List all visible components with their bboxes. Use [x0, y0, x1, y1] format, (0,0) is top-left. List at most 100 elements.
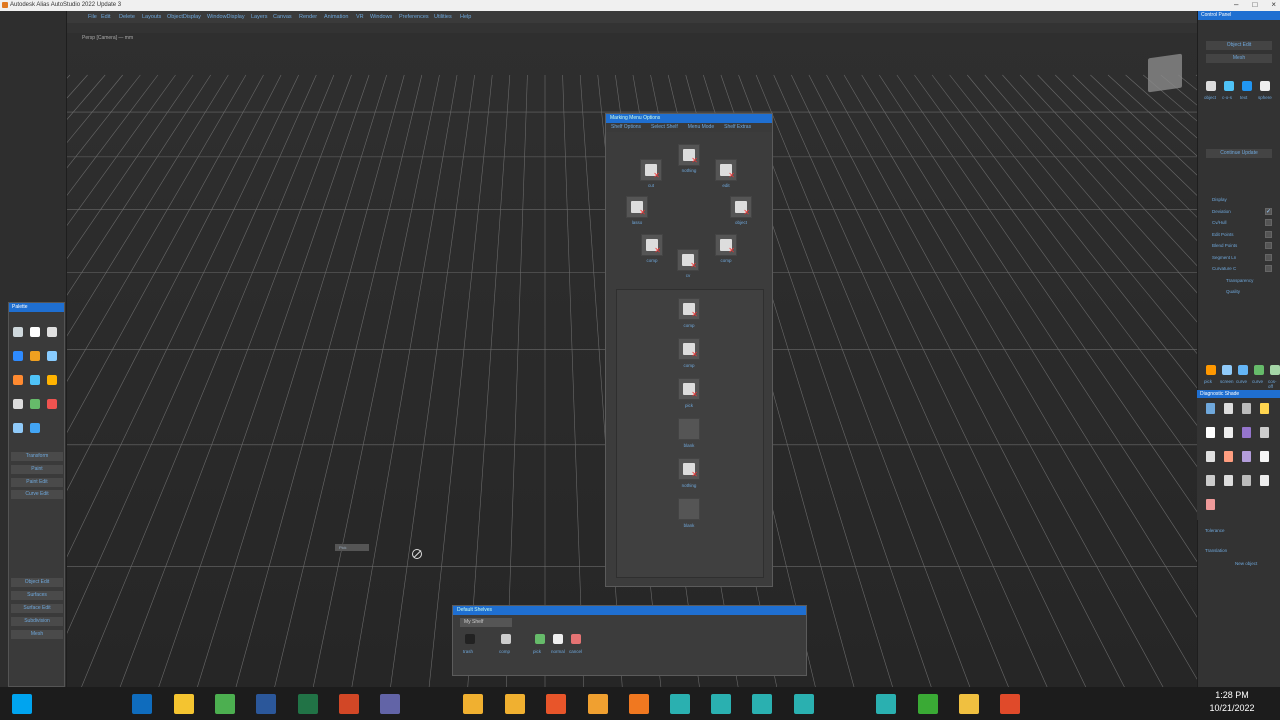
diagnostic-swatch[interactable]: [1224, 451, 1233, 462]
palette-tool-icon[interactable]: [47, 375, 57, 385]
mm-tab-0[interactable]: Shelf Options: [611, 123, 641, 132]
file-explorer-icon[interactable]: [174, 694, 194, 714]
palette-tool-icon[interactable]: [30, 351, 40, 361]
mm-list-icon-blank[interactable]: [678, 498, 700, 520]
diagnostic-swatch[interactable]: [1260, 403, 1269, 414]
menu-help[interactable]: Help: [460, 11, 471, 23]
palette-section-mesh[interactable]: Mesh: [11, 630, 63, 639]
menu-file[interactable]: File: [88, 11, 97, 23]
shelf-normal-icon[interactable]: [553, 634, 563, 644]
palette-tool-icon[interactable]: [47, 351, 57, 361]
mm-list-icon-comp[interactable]: ✕: [678, 298, 700, 320]
diagnostic-swatch[interactable]: [1260, 475, 1269, 486]
mm-icon-comp[interactable]: ✕: [641, 234, 663, 256]
option-checkbox[interactable]: ✓: [1265, 207, 1272, 215]
chrome-icon[interactable]: [215, 694, 235, 714]
diagnostic-swatch[interactable]: [1224, 427, 1233, 438]
palette-tool-icon[interactable]: [13, 375, 23, 385]
maya-4-icon[interactable]: [876, 694, 896, 714]
shelf-tab[interactable]: My Shelf: [460, 618, 512, 627]
curve-icon[interactable]: [1238, 365, 1248, 375]
palette-tool-icon[interactable]: [30, 375, 40, 385]
palette-tool-icon[interactable]: [30, 327, 40, 337]
mm-list-icon-blank[interactable]: [678, 418, 700, 440]
diagnostic-swatch[interactable]: [1242, 451, 1251, 462]
mm-icon-edit[interactable]: ✕: [715, 159, 737, 181]
teams-icon[interactable]: [380, 694, 400, 714]
diagnostic-swatch[interactable]: [1242, 427, 1251, 438]
quick-object-icon[interactable]: [1206, 81, 1216, 91]
diagnostic-swatch[interactable]: [1242, 403, 1251, 414]
palette-section-subdivision[interactable]: Subdivision: [11, 617, 63, 626]
menu-objectdisplay[interactable]: ObjectDisplay: [167, 11, 201, 23]
menu-layers[interactable]: Layers: [251, 11, 268, 23]
shelf-comp-icon[interactable]: [501, 634, 511, 644]
palette-tool-icon[interactable]: [30, 423, 40, 433]
menu-animation[interactable]: Animation: [324, 11, 348, 23]
mm-list-icon-nothing[interactable]: ✕: [678, 458, 700, 480]
vred-pro-icon[interactable]: [629, 694, 649, 714]
diagnostic-swatch[interactable]: [1260, 451, 1269, 462]
pen-icon[interactable]: [835, 694, 855, 714]
mm-icon-nothing[interactable]: ✕: [678, 144, 700, 166]
close-icon[interactable]: ×: [1271, 0, 1276, 11]
mm-tab-3[interactable]: Shelf Extras: [724, 123, 751, 132]
quick-sphere-icon[interactable]: [1260, 81, 1270, 91]
palette-section-surfaces[interactable]: Surfaces: [11, 591, 63, 600]
cortana-icon[interactable]: [90, 694, 110, 714]
sub-transparency[interactable]: Transparency: [1226, 278, 1253, 283]
shelf-trash-icon[interactable]: [465, 634, 475, 644]
menu-edit[interactable]: Edit: [101, 11, 110, 23]
app-s-icon[interactable]: [422, 694, 442, 714]
menu-preferences[interactable]: Preferences: [399, 11, 429, 23]
mm-list-icon-pick[interactable]: ✕: [678, 378, 700, 400]
pick-icon[interactable]: [1206, 365, 1216, 375]
camtasia-icon[interactable]: [918, 694, 938, 714]
mm-icon-lasso[interactable]: ✕: [626, 196, 648, 218]
shelf-pick-icon[interactable]: [535, 634, 545, 644]
alias-active-icon[interactable]: [505, 694, 525, 714]
menu-windows[interactable]: Windows: [370, 11, 392, 23]
diagnostic-swatch[interactable]: [1224, 403, 1233, 414]
diagnostic-swatch[interactable]: [1224, 475, 1233, 486]
snagit-icon[interactable]: [1000, 694, 1020, 714]
palette-tool-icon[interactable]: [47, 327, 57, 337]
screen-icon[interactable]: [1222, 365, 1232, 375]
palette-tool-icon[interactable]: [13, 399, 23, 409]
mm-icon-cut[interactable]: ✕: [640, 159, 662, 181]
diagnostic-swatch[interactable]: [1206, 475, 1215, 486]
maya-icon[interactable]: [670, 694, 690, 714]
option-checkbox[interactable]: [1265, 230, 1272, 238]
maya-2-icon[interactable]: [711, 694, 731, 714]
maximize-icon[interactable]: □: [1252, 0, 1257, 11]
app-3-icon[interactable]: [794, 694, 814, 714]
alias-icon[interactable]: [463, 694, 483, 714]
quick-c-o-s-icon[interactable]: [1224, 81, 1234, 91]
mesh-button[interactable]: Mesh: [1206, 54, 1272, 63]
palette-tool-icon[interactable]: [13, 327, 23, 337]
palette-section-transform[interactable]: Transform: [11, 452, 63, 461]
outlook-icon[interactable]: [132, 694, 152, 714]
menu-canvas[interactable]: Canvas: [273, 11, 292, 23]
curve-icon[interactable]: [1254, 365, 1264, 375]
menu-delete[interactable]: Delete: [119, 11, 135, 23]
menu-vr[interactable]: VR: [356, 11, 364, 23]
powerpoint-icon[interactable]: [339, 694, 359, 714]
view-cube[interactable]: [1148, 53, 1182, 93]
sub-quality[interactable]: Quality: [1226, 289, 1240, 294]
menu-windowdisplay[interactable]: WindowDisplay: [207, 11, 245, 23]
taskbar-clock[interactable]: 1:28 PM 10/21/2022: [1202, 689, 1262, 715]
palette-section-paint-edit[interactable]: Paint Edit: [11, 478, 63, 487]
option-checkbox[interactable]: [1265, 265, 1272, 272]
palette-section-paint[interactable]: Paint: [11, 465, 63, 474]
palette-tool-icon[interactable]: [13, 423, 23, 433]
diagnostic-swatch[interactable]: [1206, 427, 1215, 438]
palette-tool-icon[interactable]: [30, 399, 40, 409]
minimize-icon[interactable]: –: [1234, 0, 1238, 11]
shelf-cancel-icon[interactable]: [571, 634, 581, 644]
palette-section-object-edit[interactable]: Object Edit: [11, 578, 63, 587]
windows-start-icon[interactable]: [12, 694, 32, 714]
menu-render[interactable]: Render: [299, 11, 317, 23]
mm-tab-1[interactable]: Select Shelf: [651, 123, 678, 132]
mm-icon-object[interactable]: ✕: [730, 196, 752, 218]
